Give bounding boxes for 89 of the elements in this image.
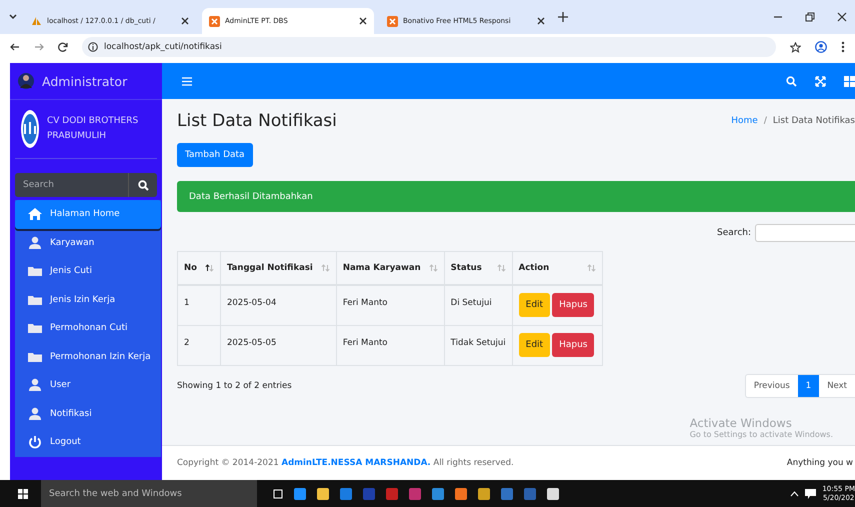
brand-name[interactable]: Administrator (42, 74, 128, 88)
forward-icon (34, 42, 44, 52)
table-cell: 2 (178, 325, 220, 365)
task-view-icon (272, 488, 284, 498)
table-cell: 1 (178, 285, 220, 325)
column-header[interactable]: Nama Karyawan (336, 252, 444, 285)
column-header[interactable]: Action (512, 252, 603, 285)
table-cell: 2025-05-04 (220, 285, 336, 325)
menu-item[interactable]: Karyawan (15, 228, 161, 257)
table-cell: 2025-05-05 (220, 325, 336, 365)
column-header[interactable]: Tanggal Notifikasi (220, 252, 336, 285)
page-link[interactable]: Next (819, 374, 855, 396)
search-icon (138, 180, 148, 190)
user-icon (28, 378, 42, 392)
close-icon (837, 12, 847, 22)
menu-item[interactable]: Logout (15, 428, 161, 456)
table-search-field[interactable] (755, 224, 855, 242)
close-icon (359, 17, 367, 25)
page-title: List Data Notifikasi (177, 111, 337, 131)
success-alert: Data Berhasil Ditambahkan (177, 181, 855, 212)
power-icon (28, 435, 42, 450)
activation-title: Activate Windows (690, 416, 793, 430)
company-name: CV DODI BROTHERS PRABUMULIH (47, 115, 140, 143)
menu-item[interactable]: Permohonan Izin Kerja (15, 342, 161, 371)
copyright-text: Copyright © 2014-2021 AdminLTE.NESSA MARSHANDA. All rights reserved. (177, 458, 514, 468)
star-icon (790, 42, 801, 52)
edit-button[interactable]: Edit (518, 332, 550, 356)
entries-info: Showing 1 to 2 of 2 entries (177, 380, 292, 390)
search-icon (786, 76, 797, 86)
menu-icon (182, 76, 192, 86)
column-header[interactable]: Status (444, 252, 512, 285)
avatar-icon (18, 72, 34, 90)
close-icon (537, 17, 545, 25)
breadcrumb-separator: / (764, 116, 767, 126)
app-icon[interactable] (546, 486, 560, 500)
table-cell: Di Setujui (444, 285, 512, 325)
column-header[interactable]: No (178, 252, 220, 285)
more-icon (841, 41, 845, 53)
breadcrumb-link[interactable]: Home (731, 116, 758, 126)
search-field[interactable]: Search (15, 173, 128, 197)
back-icon (10, 42, 20, 52)
chevron-up-icon (790, 490, 800, 496)
sailboat-icon (31, 16, 42, 26)
menu-item[interactable]: Permohonan Cuti (15, 314, 161, 342)
user-icon (28, 236, 42, 250)
table-cell: Feri Manto (336, 325, 444, 365)
restore-icon (805, 12, 815, 22)
address-bar[interactable]: localhost/apk_cuti/notifikasi (82, 37, 776, 57)
app-icon[interactable] (316, 486, 330, 500)
breadcrumb-current: List Data Notifikas (772, 116, 855, 126)
add-data-button[interactable]: Tambah Data (177, 143, 253, 167)
notification-icon (805, 488, 816, 498)
table-cell: Feri Manto (336, 285, 444, 325)
page-link[interactable]: 1 (798, 374, 820, 396)
xampp-icon (387, 16, 398, 26)
search-label: Search: (717, 228, 751, 238)
taskbar-search[interactable]: Search the web and Windows (41, 480, 257, 507)
new-tab-icon (558, 12, 568, 22)
tab-list-icon (8, 12, 18, 22)
menu-item[interactable]: Jenis Cuti (15, 257, 161, 286)
xampp-icon (209, 16, 220, 26)
app-icon[interactable] (477, 486, 491, 500)
info-icon (88, 42, 98, 52)
edit-button[interactable]: Edit (518, 293, 550, 317)
app-icon[interactable] (454, 486, 468, 500)
menu-item[interactable]: Notifikasi (15, 400, 161, 428)
house-icon (28, 207, 42, 222)
page-link[interactable]: Previous (746, 374, 798, 396)
windows-icon (18, 488, 28, 498)
user-icon (28, 406, 42, 421)
search-button[interactable] (128, 173, 157, 197)
menu-item[interactable]: Jenis Izin Kerja (15, 286, 161, 314)
close-icon (181, 17, 189, 25)
menu-item[interactable]: Halaman Home (15, 200, 161, 228)
activation-hint: Go to Settings to activate Windows. (690, 430, 833, 439)
delete-button[interactable]: Hapus (552, 293, 594, 317)
folder-icon (28, 321, 42, 336)
table-cell: Tidak Setujui (444, 325, 512, 365)
expand-icon (815, 76, 826, 86)
folder-icon (28, 264, 42, 278)
grid-icon (844, 76, 855, 86)
menu-item[interactable]: User (15, 371, 161, 400)
app-icon[interactable] (293, 486, 307, 500)
delete-button[interactable]: Hapus (552, 332, 594, 356)
company-logo (21, 110, 39, 148)
profile-icon (815, 41, 827, 53)
url-text: localhost/apk_cuti/notifikasi (104, 42, 222, 52)
reload-icon (58, 42, 68, 52)
footer-note: Anything you w (786, 458, 854, 468)
